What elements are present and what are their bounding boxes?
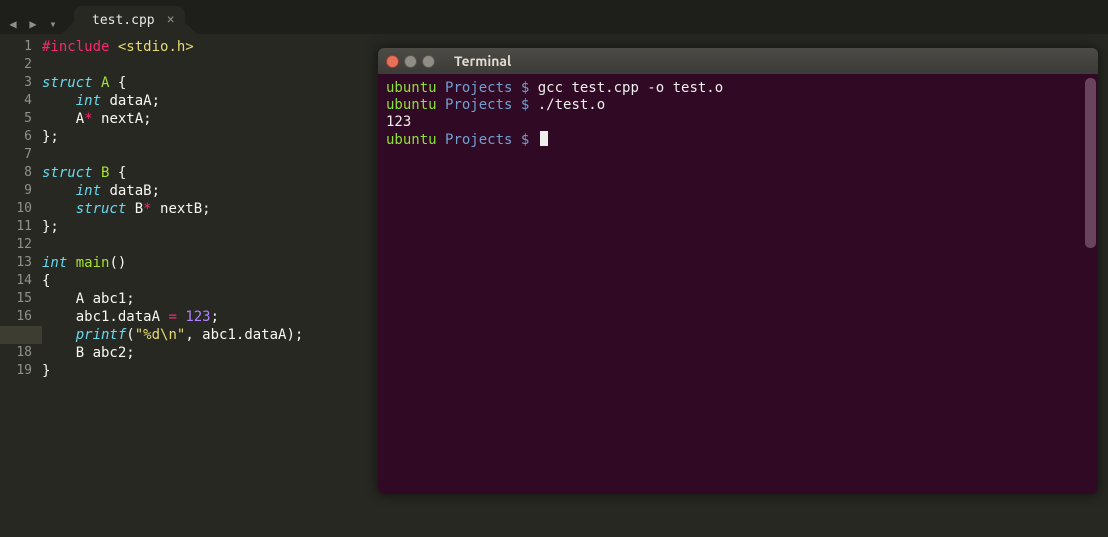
terminal-prompt-line: ubuntu Projects $ [386, 131, 1090, 149]
editor-tabbar: ◀ ▶ ▾ test.cpp × [0, 0, 1108, 34]
window-maximize-icon[interactable] [422, 55, 435, 68]
line-number: 15 [0, 290, 42, 308]
nav-forward-icon[interactable]: ▶ [24, 14, 42, 34]
line-number: 9 [0, 182, 42, 200]
line-number: 4 [0, 92, 42, 110]
file-tab-label: test.cpp [92, 13, 155, 28]
nav-back-icon[interactable]: ◀ [4, 14, 22, 34]
terminal-titlebar[interactable]: Terminal [378, 48, 1098, 74]
line-number: 3 [0, 74, 42, 92]
line-number: 2 [0, 56, 42, 74]
window-close-icon[interactable] [386, 55, 399, 68]
terminal-scrollbar[interactable] [1085, 78, 1096, 248]
line-number: 10 [0, 200, 42, 218]
window-minimize-icon[interactable] [404, 55, 417, 68]
file-tab[interactable]: test.cpp × [74, 6, 185, 34]
line-number: 6 [0, 128, 42, 146]
terminal-output-line: 123 [386, 114, 1090, 131]
close-tab-icon[interactable]: × [167, 13, 175, 28]
terminal-title: Terminal [454, 53, 511, 69]
line-number: 12 [0, 236, 42, 254]
tab-dropdown-icon[interactable]: ▾ [44, 14, 62, 34]
terminal-body[interactable]: ubuntu Projects $ gcc test.cpp -o test.o… [378, 74, 1098, 155]
line-number: 14 [0, 272, 42, 290]
line-gutter: 12345678910111213141516171819 [0, 34, 42, 537]
active-line-highlight [0, 326, 42, 344]
line-number: 19 [0, 362, 42, 380]
terminal-cursor [540, 131, 548, 146]
line-number: 18 [0, 344, 42, 362]
terminal-window: Terminal ubuntu Projects $ gcc test.cpp … [378, 48, 1098, 494]
line-number: 16 [0, 308, 42, 326]
line-number: 13 [0, 254, 42, 272]
line-number: 8 [0, 164, 42, 182]
line-number: 5 [0, 110, 42, 128]
terminal-prompt-line: ubuntu Projects $ gcc test.cpp -o test.o [386, 80, 1090, 97]
terminal-prompt-line: ubuntu Projects $ ./test.o [386, 97, 1090, 114]
line-number: 1 [0, 38, 42, 56]
line-number: 7 [0, 146, 42, 164]
line-number: 11 [0, 218, 42, 236]
